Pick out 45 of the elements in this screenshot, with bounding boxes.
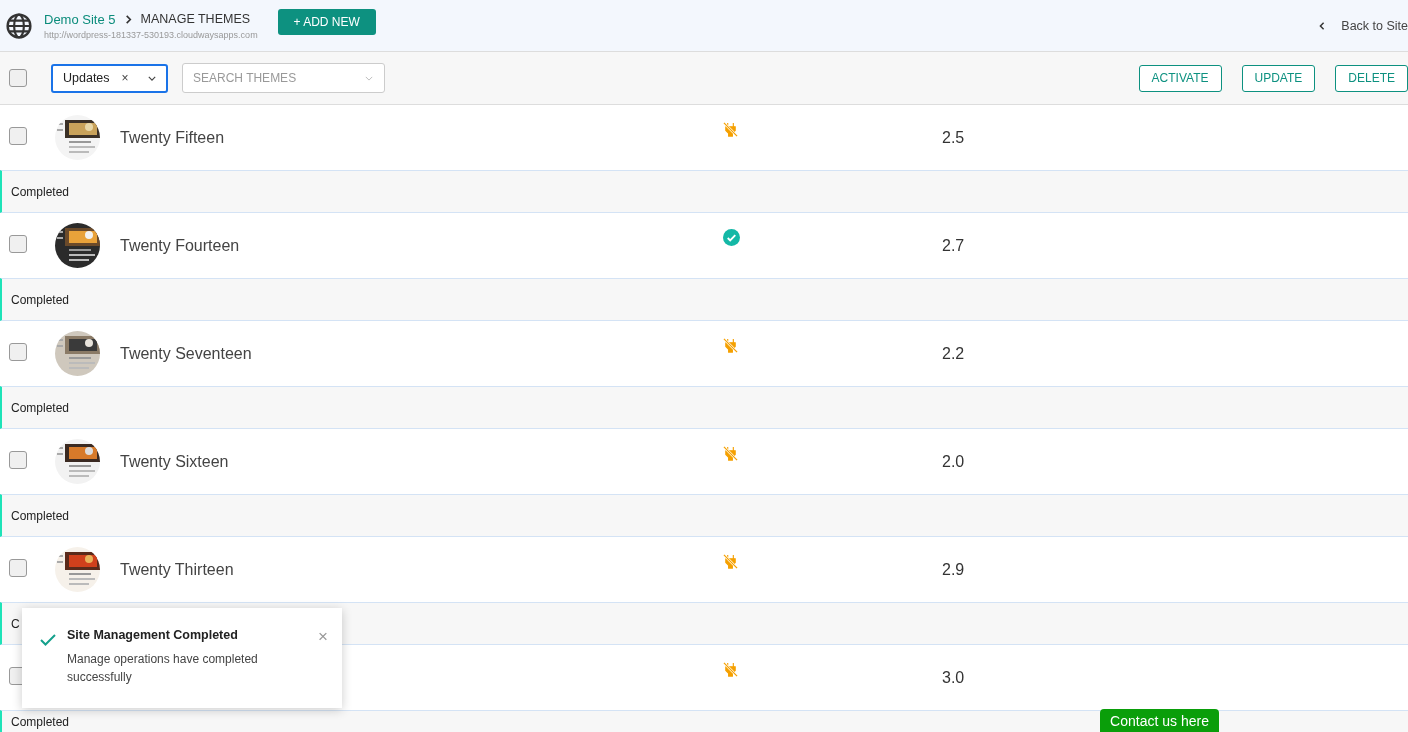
- row-checkbox[interactable]: [9, 558, 27, 577]
- action-button[interactable]: ACTIVATE: [1138, 64, 1222, 92]
- toast-message: Manage operations have completed successfully: [67, 651, 259, 686]
- close-button[interactable]: ×: [318, 628, 328, 645]
- status-text: Completed: [11, 715, 70, 729]
- status-text: C: [11, 616, 20, 631]
- select-all-checkbox[interactable]: [9, 69, 27, 87]
- globe-icon: [6, 12, 32, 39]
- status-text: Completed: [11, 508, 70, 523]
- theme-name: Twenty Fifteen: [120, 128, 225, 146]
- theme-name: Twenty Fourteen: [120, 236, 240, 254]
- page-title: MANAGE THEMES: [140, 12, 251, 26]
- clear-filter-button[interactable]: ×: [121, 71, 129, 85]
- back-link[interactable]: Back to Site: [1341, 18, 1408, 33]
- row-checkbox[interactable]: [9, 342, 27, 361]
- theme-version: 2.5: [942, 128, 965, 146]
- theme-name: Twenty Sixteen: [120, 452, 229, 470]
- contact-button[interactable]: Contact us here: [1100, 709, 1219, 732]
- search-field[interactable]: SEARCH THEMES: [182, 63, 385, 93]
- add-new-button[interactable]: + ADD NEW: [277, 8, 376, 35]
- status-text: Completed: [11, 292, 70, 307]
- row-checkbox[interactable]: [9, 450, 27, 469]
- action-button[interactable]: UPDATE: [1241, 64, 1316, 92]
- status-text: Completed: [11, 184, 70, 199]
- theme-version: 2.9: [942, 560, 965, 578]
- chevron-right-icon: [123, 14, 133, 24]
- site-url: http://wordpress-181337-530193.cloudwaysapps.com: [44, 29, 258, 40]
- dropdown-icon: [365, 76, 373, 81]
- toast-title: Site Management Completed: [67, 628, 239, 642]
- status-text: Completed: [11, 400, 70, 415]
- theme-name: Twenty Seventeen: [120, 344, 252, 362]
- theme-version: 2.0: [942, 452, 965, 470]
- theme-version: 3.0: [942, 668, 965, 686]
- site-link[interactable]: Demo Site 5: [44, 11, 116, 27]
- dropdown-icon: [148, 75, 156, 81]
- check-icon: [40, 634, 56, 646]
- theme-version: 2.2: [942, 344, 965, 362]
- action-button[interactable]: DELETE: [1335, 64, 1408, 92]
- theme-version: 2.7: [942, 236, 965, 254]
- filter-value: Updates: [63, 71, 110, 85]
- filter-select[interactable]: Updates ×: [51, 63, 168, 93]
- theme-name: Twenty Thirteen: [120, 560, 234, 578]
- row-checkbox[interactable]: [9, 126, 27, 145]
- chevron-left-icon: [1318, 20, 1327, 31]
- row-checkbox[interactable]: [9, 234, 27, 253]
